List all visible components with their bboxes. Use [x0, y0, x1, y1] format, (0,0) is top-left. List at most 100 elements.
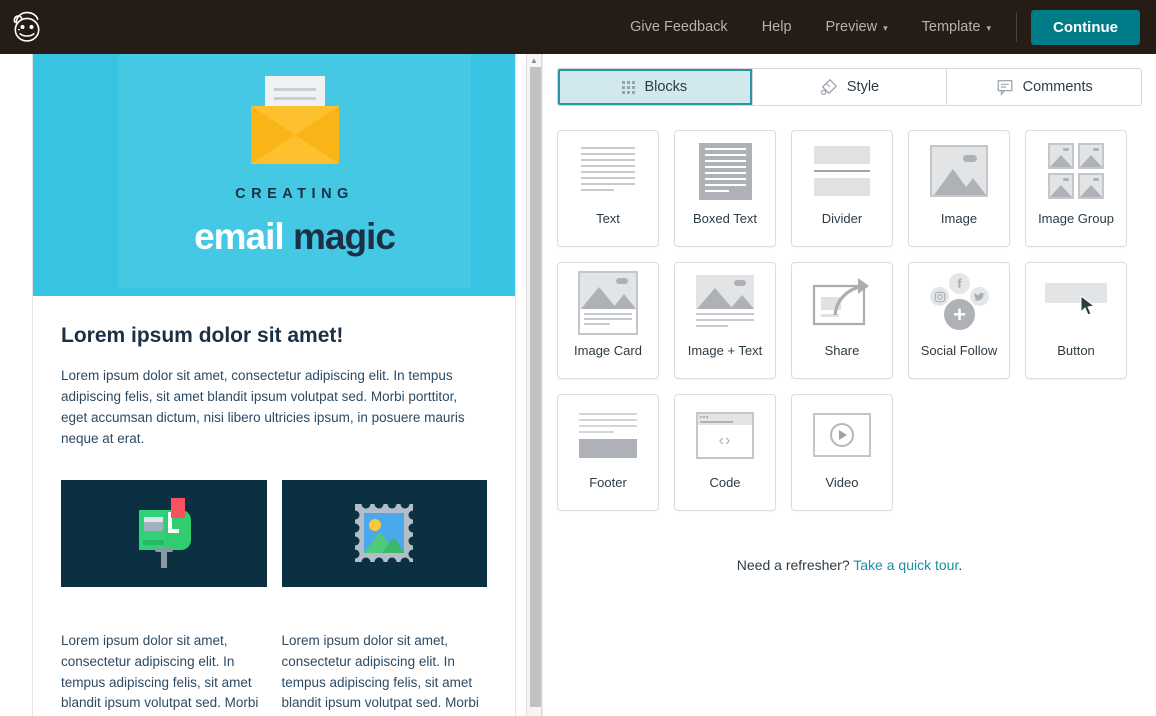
- block-card-image-card[interactable]: Image Card: [557, 262, 659, 379]
- tab-label: Comments: [1022, 79, 1093, 95]
- share-arrow-icon: [792, 263, 892, 343]
- tab-comments[interactable]: Comments: [947, 69, 1141, 105]
- email-column-paragraph: Lorem ipsum dolor sit amet, consectetur …: [61, 632, 259, 711]
- footer-icon: [558, 395, 658, 475]
- blocks-panel: Blocks Style Comments Text Boxed Text Di…: [543, 54, 1156, 716]
- block-card-image-group[interactable]: Image Group: [1025, 130, 1127, 247]
- nav-label: Help: [761, 19, 792, 35]
- block-card-footer[interactable]: Footer: [557, 394, 659, 511]
- email-paragraph: Lorem ipsum dolor sit amet, consectetur …: [61, 368, 465, 446]
- email-column[interactable]: Lorem ipsum dolor sit amet, consectetur …: [282, 617, 488, 716]
- mailchimp-freddie-logo-icon: [13, 11, 40, 42]
- email-two-column-images: [61, 479, 487, 587]
- envelope-flap-right: [294, 106, 339, 164]
- comment-bubble-icon: [997, 80, 1013, 96]
- block-card-button[interactable]: Button: [1025, 262, 1127, 379]
- twitter-icon: [970, 287, 989, 306]
- top-navigation: Give Feedback Help Preview ▾ Template ▾ …: [613, 0, 1156, 54]
- block-label: Social Follow: [920, 343, 998, 358]
- block-label: Image + Text: [687, 343, 763, 358]
- block-label: Share: [824, 343, 860, 358]
- nav-label: Give Feedback: [630, 19, 728, 35]
- block-label: Video: [825, 475, 859, 490]
- block-label: Code: [709, 475, 741, 490]
- video-play-icon: [792, 395, 892, 475]
- scrollbar-thumb[interactable]: [530, 67, 541, 707]
- refresher-text: Need a refresher?: [736, 557, 854, 573]
- preview-vertical-scrollbar[interactable]: ▲: [526, 54, 542, 716]
- tab-style[interactable]: Style: [752, 69, 948, 105]
- grid-dots-icon: [622, 80, 636, 94]
- email-hero-block[interactable]: CREATING email magic: [33, 54, 515, 296]
- hero-title: email magic: [194, 216, 396, 258]
- block-card-image-text[interactable]: Image + Text: [674, 262, 776, 379]
- email-column[interactable]: [281, 479, 487, 587]
- social-follow-icon: f +: [909, 263, 1009, 343]
- postage-stamp-icon: [350, 499, 418, 567]
- email-heading: Lorem ipsum dolor sit amet!: [61, 324, 344, 347]
- email-canvas[interactable]: CREATING email magic Lorem ipsum dolor s…: [32, 54, 516, 716]
- main-split: CREATING email magic Lorem ipsum dolor s…: [0, 54, 1156, 716]
- image-group-icon: [1026, 131, 1126, 211]
- block-label: Divider: [821, 211, 863, 226]
- divider: [1016, 12, 1017, 42]
- button-cursor-icon: [1026, 263, 1126, 343]
- nav-item-preview[interactable]: Preview ▾: [809, 0, 905, 54]
- code-glyph: ‹›: [718, 431, 732, 449]
- nav-item-help[interactable]: Help: [745, 0, 809, 54]
- tab-blocks[interactable]: Blocks: [558, 69, 753, 105]
- chevron-down-icon: ▾: [883, 22, 888, 33]
- tab-label: Style: [846, 79, 880, 95]
- block-card-code[interactable]: ‹› Code: [674, 394, 776, 511]
- block-label: Button: [1057, 343, 1095, 358]
- cursor-arrow-icon: [1080, 295, 1096, 316]
- text-lines-icon: [558, 131, 658, 211]
- hero-eyebrow: CREATING: [235, 186, 354, 202]
- hero-title-light: email: [194, 216, 285, 257]
- block-card-share[interactable]: Share: [791, 262, 893, 379]
- mailchimp-freddie-logo[interactable]: [0, 0, 54, 54]
- block-card-boxed-text[interactable]: Boxed Text: [674, 130, 776, 247]
- block-card-image[interactable]: Image: [908, 130, 1010, 247]
- share-svg: [812, 278, 869, 326]
- take-a-quick-tour-link[interactable]: Take a quick tour: [853, 557, 958, 573]
- email-body-block[interactable]: Lorem ipsum dolor sit amet! Lorem ipsum …: [33, 296, 515, 716]
- divider-icon: [792, 131, 892, 211]
- email-two-column-text: Lorem ipsum dolor sit amet, consectetur …: [61, 617, 487, 716]
- image-text-icon: [675, 263, 775, 343]
- hero-title-dark: magic: [283, 216, 396, 257]
- nav-item-template[interactable]: Template ▾: [905, 0, 1008, 54]
- block-card-divider[interactable]: Divider: [791, 130, 893, 247]
- instagram-icon: [930, 287, 949, 306]
- email-column[interactable]: [61, 479, 267, 587]
- stamp-image-cell[interactable]: [281, 479, 487, 587]
- panel-tabs: Blocks Style Comments: [557, 68, 1142, 106]
- stamp-svg: [350, 499, 418, 567]
- nav-item-give-feedback[interactable]: Give Feedback: [613, 0, 745, 54]
- top-bar: Give Feedback Help Preview ▾ Template ▾ …: [0, 0, 1156, 54]
- mailbox-icon: [131, 496, 197, 570]
- envelope-flap-left: [250, 106, 295, 164]
- image-card-icon: [558, 263, 658, 343]
- block-card-video[interactable]: Video: [791, 394, 893, 511]
- image-icon: [909, 131, 1009, 211]
- block-label: Image: [940, 211, 978, 226]
- block-card-social-follow[interactable]: f + Social Follow: [908, 262, 1010, 379]
- chevron-down-icon: ▾: [986, 22, 991, 33]
- email-hero-inner: CREATING email magic: [118, 54, 471, 288]
- facebook-icon: f: [949, 273, 970, 294]
- block-card-text[interactable]: Text: [557, 130, 659, 247]
- plus-icon: +: [944, 299, 975, 330]
- code-brackets-icon: ‹›: [675, 395, 775, 475]
- blocks-grid: Text Boxed Text Divider Image Image Grou…: [557, 130, 1142, 511]
- paint-roller-icon: [820, 78, 837, 96]
- nav-label: Template: [921, 19, 981, 35]
- mailbox-image-cell[interactable]: [61, 479, 267, 587]
- block-label: Text: [596, 211, 620, 226]
- open-envelope-icon: [250, 74, 339, 164]
- continue-button[interactable]: Continue: [1031, 9, 1140, 45]
- email-preview-pane[interactable]: CREATING email magic Lorem ipsum dolor s…: [0, 54, 543, 716]
- refresher-note: Need a refresher? Take a quick tour.: [557, 557, 1142, 573]
- scroll-up-arrow-icon[interactable]: ▲: [527, 54, 541, 67]
- email-column[interactable]: Lorem ipsum dolor sit amet, consectetur …: [61, 617, 267, 716]
